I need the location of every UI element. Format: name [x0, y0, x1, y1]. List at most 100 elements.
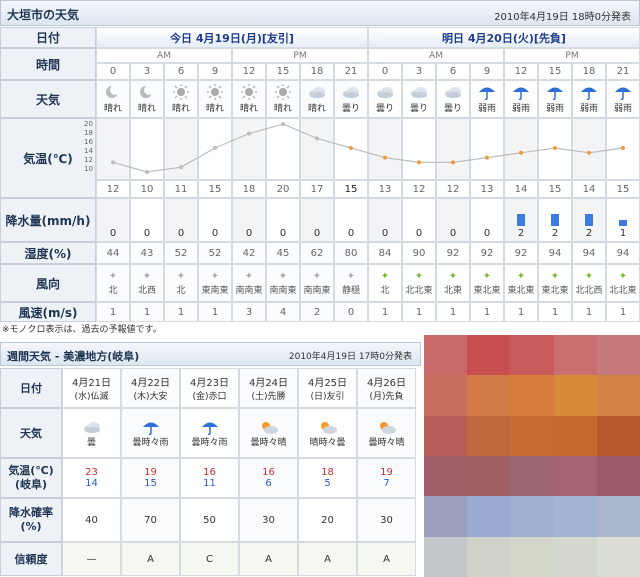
precip-value-6: 0 — [313, 228, 321, 239]
cloud-icon — [377, 87, 393, 98]
wind-arrow-icon: ✦ — [618, 270, 628, 282]
hour-6: 18 — [300, 63, 334, 80]
precip-cell-6: 0 — [300, 198, 334, 242]
precip-value-13: 2 — [551, 228, 559, 239]
mosaic-tile — [553, 415, 598, 457]
mosaic-tile — [467, 415, 512, 457]
weather-cell-2: 晴れ — [164, 80, 198, 118]
weekly-reliability-4: A — [298, 542, 357, 576]
wind-speed-text-14: 1 — [585, 306, 593, 318]
temp-value-text-12: 14 — [514, 183, 528, 195]
temp-value-text-5: 20 — [276, 183, 290, 195]
issued-time: 2010年4月19日 18時0分発表 — [494, 12, 631, 23]
precip-cell-12: 2 — [504, 198, 538, 242]
mosaic-tile — [424, 375, 469, 417]
precip-cell-7: 0 — [334, 198, 368, 242]
weather-text-9: 曇り — [409, 104, 428, 114]
hour-text-15: 21 — [616, 66, 630, 77]
weekly-precip-text-5: 30 — [380, 514, 393, 526]
precip-value-3: 0 — [211, 228, 219, 239]
precip-cell-8: 0 — [368, 198, 402, 242]
weekly-weather-4: 晴時々曇 — [298, 408, 357, 458]
mosaic-tile — [467, 496, 512, 538]
humidity-15: 94 — [606, 242, 640, 264]
am-label-today: AM — [96, 48, 232, 63]
weekly-date-1: 4月22日 (木)大安 — [121, 368, 180, 408]
wind-dir-text-13: 東北東 — [541, 285, 569, 296]
temp-point-7 — [349, 146, 353, 150]
hour-text-11: 9 — [483, 66, 491, 77]
precip-cell-15: 1 — [606, 198, 640, 242]
wind-speed-2: 1 — [164, 302, 198, 322]
temperature-row: 気温(℃) 20 18 16 14 12 10 12 10 11 15 18 20 17 15 13 12 1… — [0, 118, 640, 198]
precip-cell-1: 0 — [130, 198, 164, 242]
wind-speed-text-5: 4 — [279, 306, 287, 318]
weekly-weather-2: 曇時々雨 — [180, 408, 239, 458]
weekly-reliability-0: — — [62, 542, 121, 576]
hour-0: 0 — [96, 63, 130, 80]
hour-13: 15 — [538, 63, 572, 80]
hour-12: 12 — [504, 63, 538, 80]
temp-point-12 — [519, 150, 523, 155]
hour-8: 0 — [368, 63, 402, 80]
weather-text-10: 曇り — [443, 104, 462, 114]
wind-speed-label: 風速(m/s) — [0, 302, 96, 322]
temp-value-15: 15 — [606, 180, 640, 198]
hour-11: 9 — [470, 63, 504, 80]
weather-text-1: 晴れ — [137, 104, 156, 114]
humidity-label: 湿度(%) — [0, 242, 96, 264]
wind-dir-text-14: 北北西 — [575, 285, 603, 296]
weekly-temp-label: 気温(℃) (岐阜) — [0, 458, 62, 498]
weather-cell-7: 曇り — [334, 80, 368, 118]
temp-point-13 — [553, 146, 557, 150]
mosaic-tile — [510, 456, 555, 498]
weekly-temp-high-5: 19 — [380, 467, 393, 478]
sun-icon — [173, 84, 189, 100]
weekly-reliability-text-3: A — [265, 553, 272, 565]
pm-label-tomorrow-text: PM — [565, 50, 579, 61]
temp-value-9: 12 — [402, 180, 436, 198]
humidity-text-0: 44 — [106, 247, 120, 259]
precip-value-11: 0 — [483, 228, 491, 239]
temp-value-10: 12 — [436, 180, 470, 198]
wind-dir-cell-5: ✦ 南南東 — [266, 264, 300, 302]
weather-text-0: 晴れ — [103, 104, 122, 114]
wind-dir-text-9: 北北東 — [405, 285, 433, 296]
wind-dir-text-6: 南南東 — [303, 285, 331, 296]
temp-point-14 — [587, 150, 591, 155]
hour-14: 18 — [572, 63, 606, 80]
weekly-reliability-3: A — [239, 542, 298, 576]
humidity-row: 湿度(%) 44 43 52 52 42 45 62 80 84 90 92 92 92 94 94 94 — [0, 242, 640, 264]
precip-value-8: 0 — [381, 228, 389, 239]
temp-value-6: 17 — [300, 180, 334, 198]
weekly-precip-text-4: 20 — [321, 514, 334, 526]
temp-point-5 — [281, 122, 285, 126]
humidity-11: 92 — [470, 242, 504, 264]
humidity-text-13: 94 — [548, 247, 562, 259]
weekly-date-label: 日付 — [0, 368, 62, 408]
precip-value-12: 2 — [517, 228, 525, 239]
wind-arrow-icon: ✦ — [414, 270, 424, 282]
weather-text-12: 弱雨 — [511, 104, 530, 114]
hour-text-2: 6 — [177, 66, 185, 77]
am-label-today-text: AM — [157, 50, 171, 61]
moon-icon — [106, 85, 120, 98]
wind-dir-text-11: 東北東 — [473, 285, 501, 296]
temp-axis-tick-3: 14 — [84, 147, 93, 155]
temp-value-13: 15 — [538, 180, 572, 198]
weather-cell-1: 晴れ — [130, 80, 164, 118]
humidity-text-6: 62 — [310, 247, 324, 259]
sun-icon — [207, 84, 223, 100]
weekly-temp-low-2: 11 — [203, 478, 216, 489]
weekly-precip-text-0: 40 — [85, 514, 98, 526]
weekly-precip-3: 30 — [239, 498, 298, 542]
temp-value-1: 10 — [130, 180, 164, 198]
wind-speed-11: 1 — [470, 302, 504, 322]
weekly-temp-low-5: 7 — [383, 478, 390, 489]
wind-dir-cell-15: ✦ 北北東 — [606, 264, 640, 302]
wind-speed-8: 1 — [368, 302, 402, 322]
weekly-temp-high-3: 16 — [262, 467, 275, 478]
temp-value-3: 15 — [198, 180, 232, 198]
temp-value-text-9: 12 — [412, 183, 426, 195]
mosaic-tile — [424, 496, 469, 538]
